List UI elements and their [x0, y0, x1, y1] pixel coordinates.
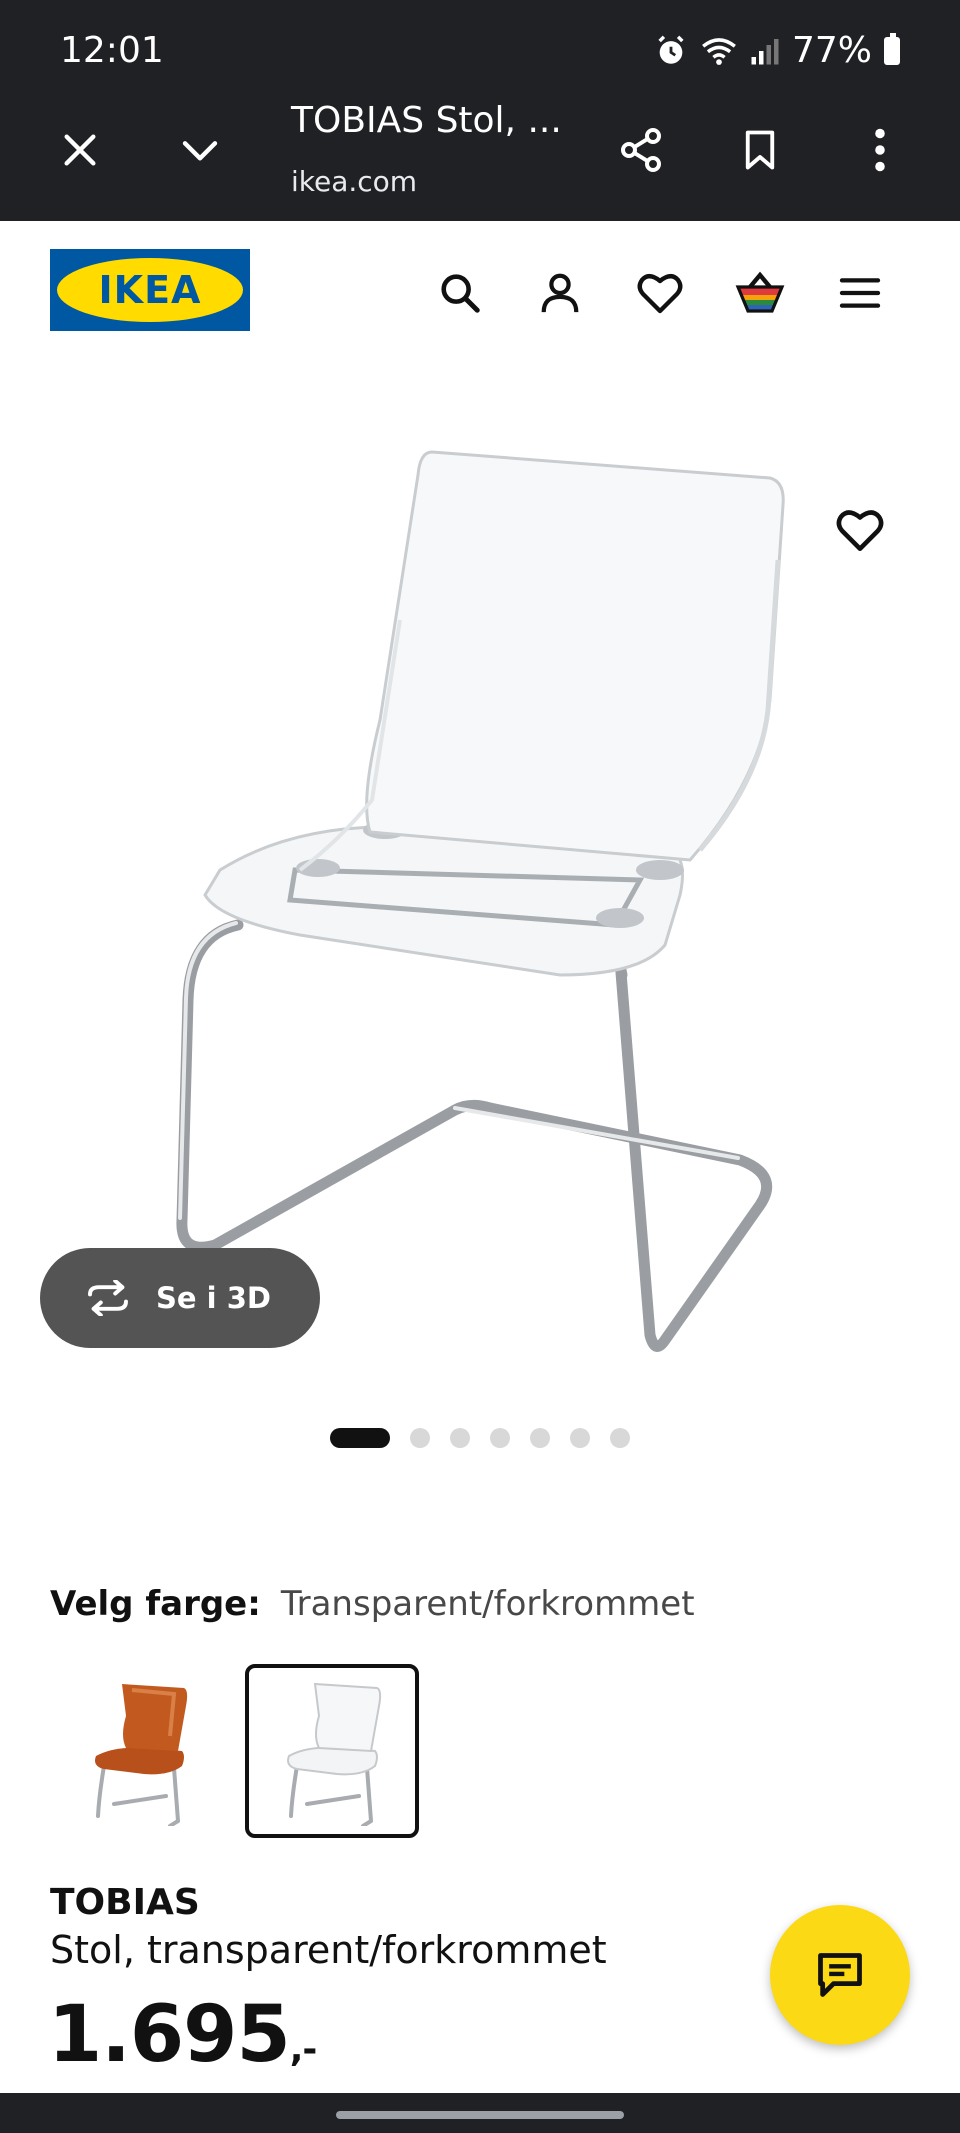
page-url[interactable]: ikea.com [291, 165, 417, 198]
pagination-dot[interactable] [410, 1428, 430, 1448]
pagination-dot[interactable] [490, 1428, 510, 1448]
heart-icon [637, 274, 683, 314]
add-to-favourites-button[interactable] [830, 500, 890, 560]
pagination-dot[interactable] [570, 1428, 590, 1448]
heart-icon [836, 510, 884, 552]
page-title[interactable]: TOBIAS Stol, ... [291, 100, 562, 141]
menu-button[interactable] [832, 265, 888, 321]
more-options-button[interactable] [845, 115, 915, 185]
battery-percent: 77% [791, 30, 872, 71]
product-image[interactable] [0, 380, 960, 1400]
menu-icon [839, 278, 881, 308]
bookmark-button[interactable] [725, 115, 795, 185]
pagination-dot[interactable] [530, 1428, 550, 1448]
wifi-icon [702, 37, 736, 65]
favourites-button[interactable] [632, 265, 688, 321]
selected-color: Transparent/forkrommet [280, 1584, 695, 1624]
account-icon [541, 273, 579, 313]
browser-toolbar: 12:01 77% TOBIAS Stol, ... ikea.com [0, 0, 960, 221]
color-selector-label: Velg farge: Transparent/forkrommet [50, 1584, 695, 1624]
chat-button[interactable] [770, 1905, 910, 2045]
color-option-transparent[interactable] [245, 1664, 419, 1838]
search-icon [441, 274, 480, 313]
chair-image [176, 450, 785, 1352]
basket-button[interactable] [732, 265, 788, 321]
price-value: 1.695 [48, 1990, 291, 2080]
more-vert-icon [875, 128, 885, 172]
alarm-icon [658, 35, 684, 64]
signal-icon [751, 38, 779, 64]
ikea-logo[interactable]: IKEA [50, 249, 250, 331]
share-icon [621, 128, 661, 172]
rotate-3d-icon [88, 1280, 128, 1316]
pagination-dot[interactable] [610, 1428, 630, 1448]
product-price: 1.695,- [48, 1990, 318, 2080]
close-tab-button[interactable] [45, 115, 115, 185]
system-nav-bar [0, 2093, 960, 2133]
share-button[interactable] [606, 115, 676, 185]
pagination-dot[interactable] [450, 1428, 470, 1448]
status-time: 12:01 [60, 30, 164, 71]
search-button[interactable] [432, 265, 488, 321]
transparent-chair-thumbnail [287, 1682, 382, 1826]
view-3d-button[interactable]: Se i 3D [40, 1248, 320, 1348]
battery-icon [884, 32, 900, 65]
account-button[interactable] [532, 265, 588, 321]
logo-ellipse: IKEA [57, 258, 243, 322]
site-header: IKEA [0, 221, 960, 361]
page: 12:01 77% TOBIAS Stol, ... ikea.com IKEA… [0, 0, 960, 2133]
product-description: Stol, transparent/forkrommet [50, 1928, 607, 1972]
product-name: TOBIAS [50, 1882, 200, 1923]
bookmark-icon [745, 130, 775, 170]
basket-icon [735, 271, 785, 313]
image-pagination [330, 1428, 630, 1448]
close-icon [64, 134, 96, 166]
orange-chair-thumbnail [95, 1684, 188, 1826]
pagination-dot[interactable] [330, 1428, 390, 1448]
color-option-orange[interactable] [52, 1664, 226, 1838]
color-label: Velg farge: [50, 1584, 261, 1624]
price-suffix: ,- [289, 2029, 318, 2070]
minimize-tab-button[interactable] [165, 115, 235, 185]
chat-icon [818, 1953, 862, 1997]
chevron-down-icon [182, 141, 218, 161]
gesture-handle[interactable] [336, 2111, 624, 2119]
view-3d-label: Se i 3D [156, 1281, 271, 1315]
status-icons: 77% [654, 30, 900, 71]
logo-text: IKEA [98, 268, 202, 312]
